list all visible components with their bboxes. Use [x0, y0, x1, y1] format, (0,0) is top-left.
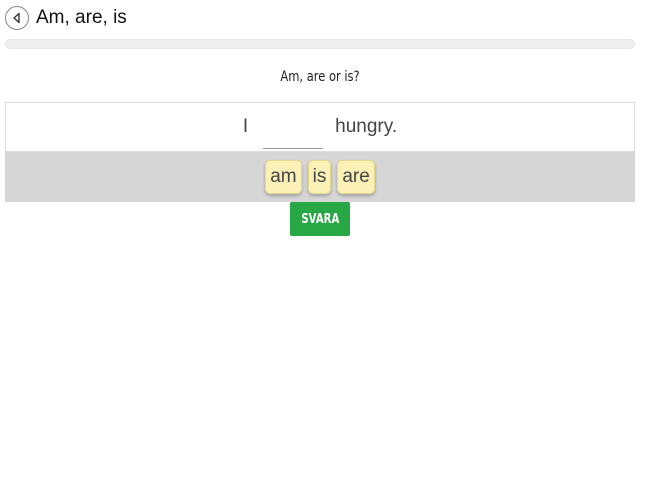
progress-bar: [5, 39, 635, 49]
chevron-left-icon: [13, 12, 20, 24]
question-text: Am, are or is?: [280, 69, 360, 85]
word-option-are[interactable]: are: [337, 160, 375, 194]
page-title: Am, are, is: [36, 7, 127, 28]
word-option-is[interactable]: is: [307, 160, 332, 194]
word-option-am[interactable]: am: [265, 160, 302, 194]
sentence-before: I: [242, 116, 249, 137]
sentence-box: I hungry.: [5, 102, 635, 152]
header: Am, are, is: [5, 4, 127, 32]
answer-blank[interactable]: [263, 105, 324, 149]
submit-button[interactable]: SVARA: [290, 202, 350, 236]
word-bank: am is are: [5, 152, 635, 202]
back-button[interactable]: [5, 6, 29, 30]
sentence-after: hungry.: [335, 116, 398, 137]
submit-button-label: SVARA: [301, 211, 339, 227]
